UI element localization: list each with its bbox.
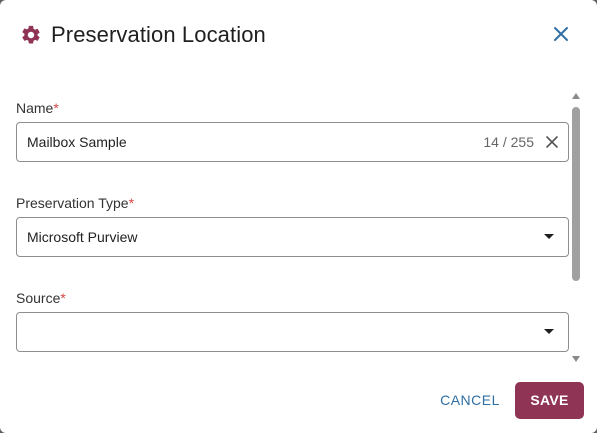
gear-icon (20, 24, 42, 46)
close-icon (554, 27, 568, 41)
scrollbar-thumb[interactable] (572, 107, 580, 281)
preservation-type-label: Preservation Type* (16, 195, 135, 211)
name-label: Name* (16, 100, 59, 116)
preservation-type-value: Microsoft Purview (27, 229, 138, 245)
name-input-value: Mailbox Sample (27, 134, 127, 150)
source-field: Source* (16, 289, 569, 352)
preservation-type-select[interactable]: Microsoft Purview (16, 217, 569, 257)
character-counter: 14 / 255 (483, 134, 534, 150)
close-button[interactable] (551, 24, 571, 44)
save-button[interactable]: SAVE (515, 382, 584, 419)
source-select[interactable] (16, 312, 569, 352)
name-field: Name* Mailbox Sample 14 / 255 (16, 99, 569, 162)
chevron-down-icon[interactable] (544, 234, 554, 239)
preservation-location-dialog: Preservation Location Name* Mailbox Samp… (0, 0, 597, 433)
scroll-down-icon[interactable] (572, 356, 580, 362)
clear-icon[interactable] (545, 135, 559, 149)
chevron-down-icon[interactable] (544, 329, 554, 334)
dialog-title: Preservation Location (51, 22, 266, 47)
source-label: Source* (16, 290, 66, 306)
preservation-type-field: Preservation Type* Microsoft Purview (16, 194, 569, 257)
cancel-button[interactable]: CANCEL (434, 382, 506, 418)
dialog-header: Preservation Location (20, 20, 266, 50)
scrollbar[interactable] (571, 93, 581, 362)
dialog-body: Name* Mailbox Sample 14 / 255 Preservati… (16, 92, 569, 360)
name-input[interactable]: Mailbox Sample 14 / 255 (16, 122, 569, 162)
scroll-up-icon[interactable] (572, 93, 580, 99)
